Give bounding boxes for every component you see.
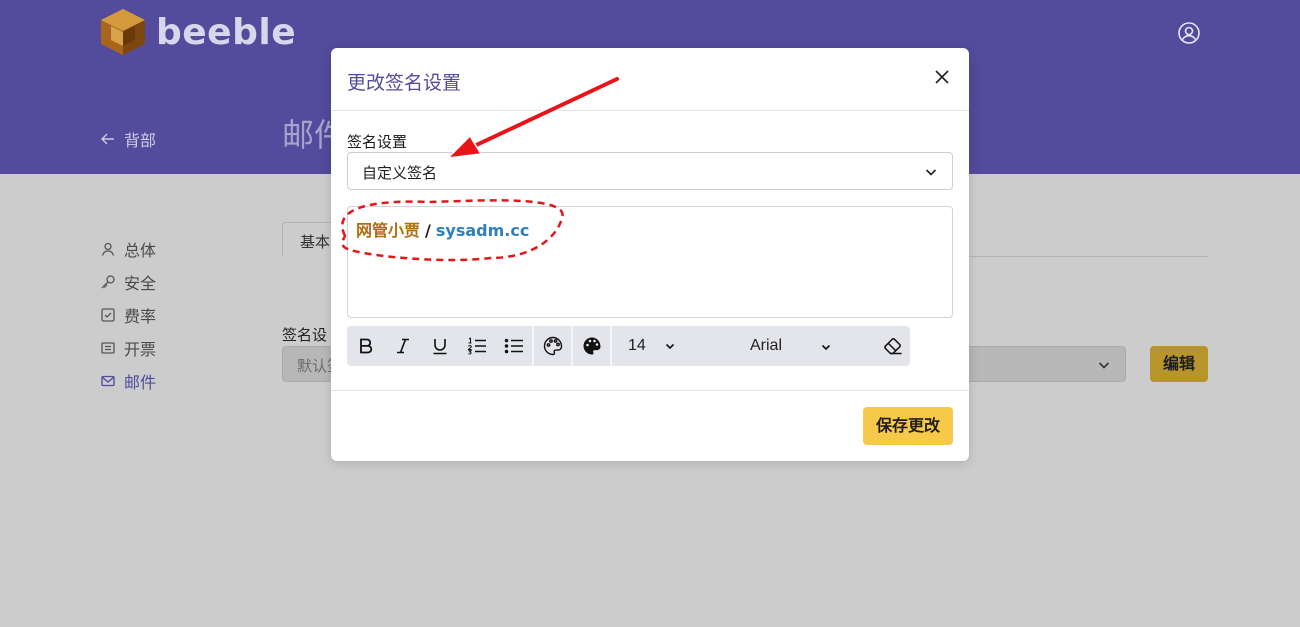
signature-type-select[interactable]: 自定义签名 [347,152,953,190]
user-icon [101,242,115,256]
sidebar-item-label: 邮件 [124,372,157,392]
cube-logo-icon [101,9,145,55]
key-icon [101,274,115,288]
chevron-down-icon [1098,362,1110,369]
sidebar-nav: 总体 安全 费率 开票 邮件 [100,232,156,397]
checkbox-icon [101,307,115,322]
font-size-select[interactable]: 14 [612,326,682,366]
underline-button[interactable] [421,326,458,366]
back-link[interactable]: 背部 [100,127,156,151]
chevron-down-icon [821,344,831,351]
sidebar-item-label: 安全 [124,273,157,293]
sidebar-item-invoicing[interactable]: 开票 [100,331,156,364]
sidebar-item-mail[interactable]: 邮件 [100,364,156,397]
underline-icon [433,339,446,355]
brand-name: beeble [156,11,297,53]
brand-logo[interactable]: beeble [100,8,296,56]
bold-button[interactable] [347,326,384,366]
font-size-value: 14 [628,337,646,354]
ordered-list-icon [467,337,486,355]
edit-button[interactable]: 编辑 [1150,346,1208,382]
editor-toolbar: 14 Arial [347,326,910,366]
bold-icon [359,338,372,354]
signature-setting-label: 签名设 [282,326,328,344]
font-family-select[interactable]: Arial [682,326,874,366]
bullet-list-button[interactable] [495,326,532,366]
signature-editor[interactable]: 网管小贾 / sysadm.cc [347,206,953,318]
save-changes-button[interactable]: 保存更改 [863,407,953,445]
sidebar-item-label: 费率 [124,306,157,326]
text-color-button[interactable] [534,326,571,366]
ordered-list-button[interactable] [458,326,495,366]
eraser-icon [884,338,902,355]
font-family-value: Arial [750,337,783,354]
close-icon[interactable] [931,66,953,88]
modal-title: 更改签名设置 [347,72,462,94]
palette-filled-icon [583,337,600,355]
modal-header: 更改签名设置 [331,48,969,111]
sidebar-item-security[interactable]: 安全 [100,265,156,298]
back-label: 背部 [124,131,157,150]
chevron-down-icon [665,343,674,350]
italic-icon [396,338,409,354]
chevron-down-icon [925,169,937,176]
signature-content: 网管小贾 / sysadm.cc [356,217,529,241]
clear-format-button[interactable] [876,326,910,366]
bullet-list-icon [504,338,523,354]
signature-name: 网管小贾 [356,221,421,240]
change-signature-modal: 更改签名设置 签名设置 自定义签名 网管小贾 / sysadm.cc 14 Ar… [331,48,969,461]
signature-settings-label: 签名设置 [347,133,408,151]
signature-domain: sysadm.cc [435,221,530,240]
signature-separator: / [425,221,431,240]
signature-type-value: 自定义签名 [362,164,438,182]
sidebar-item-label: 总体 [124,240,157,260]
background-color-button[interactable] [573,326,610,366]
palette-icon [543,336,562,356]
sidebar-item-label: 开票 [124,339,157,359]
italic-button[interactable] [384,326,421,366]
sidebar-item-general[interactable]: 总体 [100,232,156,265]
receipt-icon [101,341,115,354]
mail-icon [101,375,115,386]
sidebar-item-rates[interactable]: 费率 [100,298,156,331]
arrow-left-icon [101,133,114,145]
modal-footer: 保存更改 [331,390,969,461]
user-circle-icon[interactable] [1177,21,1201,45]
format-button-group [347,326,532,366]
